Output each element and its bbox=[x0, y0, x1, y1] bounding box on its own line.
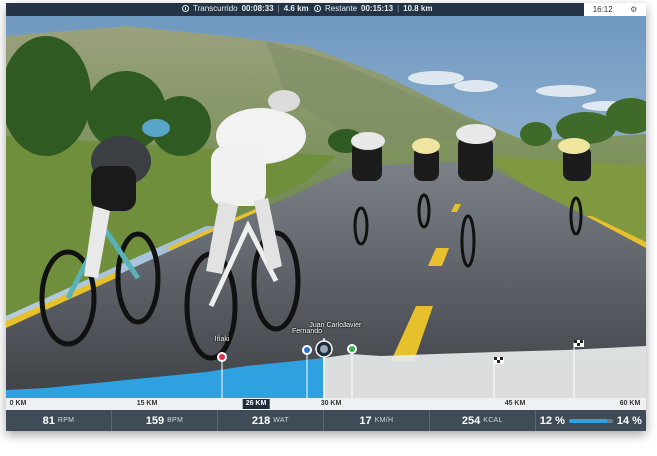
remaining-group: Restante 00:15:13 | 10.8 km bbox=[314, 4, 433, 13]
elapsed-group: Transcurrido 00:08:33 | 4.6 km bbox=[182, 4, 309, 13]
calories-unit: KCAL bbox=[483, 417, 503, 424]
cadence-stat: 81 RPM bbox=[6, 410, 112, 431]
gear-icon[interactable]: ⚙ bbox=[630, 5, 637, 14]
remaining-time: 00:15:13 bbox=[361, 4, 394, 13]
grade-bar-fill bbox=[568, 418, 607, 423]
calories-value: 254 bbox=[461, 414, 481, 427]
clock-icon bbox=[182, 5, 189, 12]
top-bar: Transcurrido 00:08:33 | 4.6 km Restante … bbox=[6, 3, 646, 16]
grade-bar bbox=[568, 418, 613, 423]
speed-value: 17 bbox=[359, 414, 372, 427]
grade-current: 12 % bbox=[539, 414, 565, 427]
heart-rate-stat: 159 BPM bbox=[112, 410, 218, 431]
power-unit: WAT bbox=[273, 417, 289, 424]
ride-window: Transcurrido 00:08:33 | 4.6 km Restante … bbox=[6, 3, 646, 431]
heart-rate-unit: BPM bbox=[167, 417, 184, 424]
remaining-label: Restante bbox=[325, 4, 358, 13]
speed-unit: KM/H bbox=[374, 417, 394, 424]
grade-stat: 12 % 14 % bbox=[536, 410, 646, 431]
km-label: 30 KM bbox=[320, 400, 342, 407]
clock-time: 16:12 bbox=[592, 5, 613, 14]
calories-stat: 254 KCAL bbox=[430, 410, 536, 431]
km-scale: 0 KM 15 KM 26 KM 30 KM 45 KM 60 KM bbox=[6, 398, 646, 410]
clock-icon bbox=[314, 5, 321, 12]
heart-rate-value: 159 bbox=[145, 414, 165, 427]
separator: | bbox=[397, 4, 400, 13]
km-label: 60 KM bbox=[619, 400, 641, 407]
elapsed-distance: 4.6 km bbox=[283, 4, 309, 13]
km-label: 15 KM bbox=[136, 400, 158, 407]
stats-bar: 81 RPM 159 BPM 218 WAT 17 KM/H 254 KCAL … bbox=[6, 410, 646, 431]
km-label: 0 KM bbox=[9, 400, 27, 407]
rider-marker-icon bbox=[315, 340, 333, 358]
cadence-unit: RPM bbox=[57, 417, 75, 424]
power-value: 218 bbox=[251, 414, 271, 427]
km-label: 45 KM bbox=[504, 400, 526, 407]
separator: | bbox=[277, 4, 280, 13]
ride-scene bbox=[6, 16, 646, 398]
elapsed-label: Transcurrido bbox=[193, 4, 238, 13]
remaining-distance: 10.8 km bbox=[403, 4, 433, 13]
elapsed-time: 00:08:33 bbox=[241, 4, 274, 13]
clock-panel: 16:12 ⚙ bbox=[584, 3, 646, 16]
power-stat: 218 WAT bbox=[218, 410, 324, 431]
grade-target: 14 % bbox=[616, 414, 642, 427]
speed-stat: 17 KM/H bbox=[324, 410, 430, 431]
current-km-label: 26 KM bbox=[242, 399, 270, 409]
cadence-value: 81 bbox=[42, 414, 55, 427]
